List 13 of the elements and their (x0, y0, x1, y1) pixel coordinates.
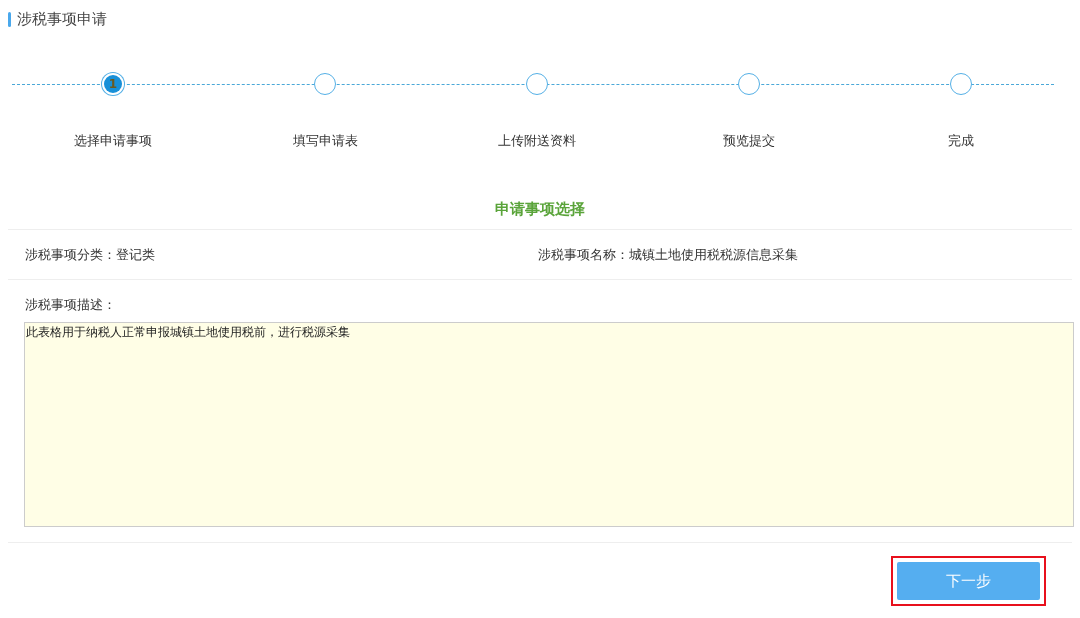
step-label: 预览提交 (723, 132, 775, 150)
item-name-text: 涉税事项名称：城镇土地使用税税源信息采集 (538, 246, 799, 264)
step-label: 完成 (948, 132, 974, 150)
step-label: 填写申请表 (292, 132, 358, 150)
page-title: 涉税事项申请 (17, 9, 107, 29)
step-indicator: 1 (104, 75, 122, 93)
step-label: 上传附送资料 (498, 132, 576, 150)
step-label: 选择申请事项 (74, 132, 152, 150)
description-field[interactable]: 此表格用于纳税人正常申报城镇土地使用税前，进行税源采集 (24, 322, 1074, 527)
category-text: 涉税事项分类：登记类 (25, 246, 156, 264)
description-label: 涉税事项描述： (24, 296, 117, 314)
title-accent-bar (8, 11, 11, 27)
section-title: 申请事项选择 (8, 200, 1072, 230)
